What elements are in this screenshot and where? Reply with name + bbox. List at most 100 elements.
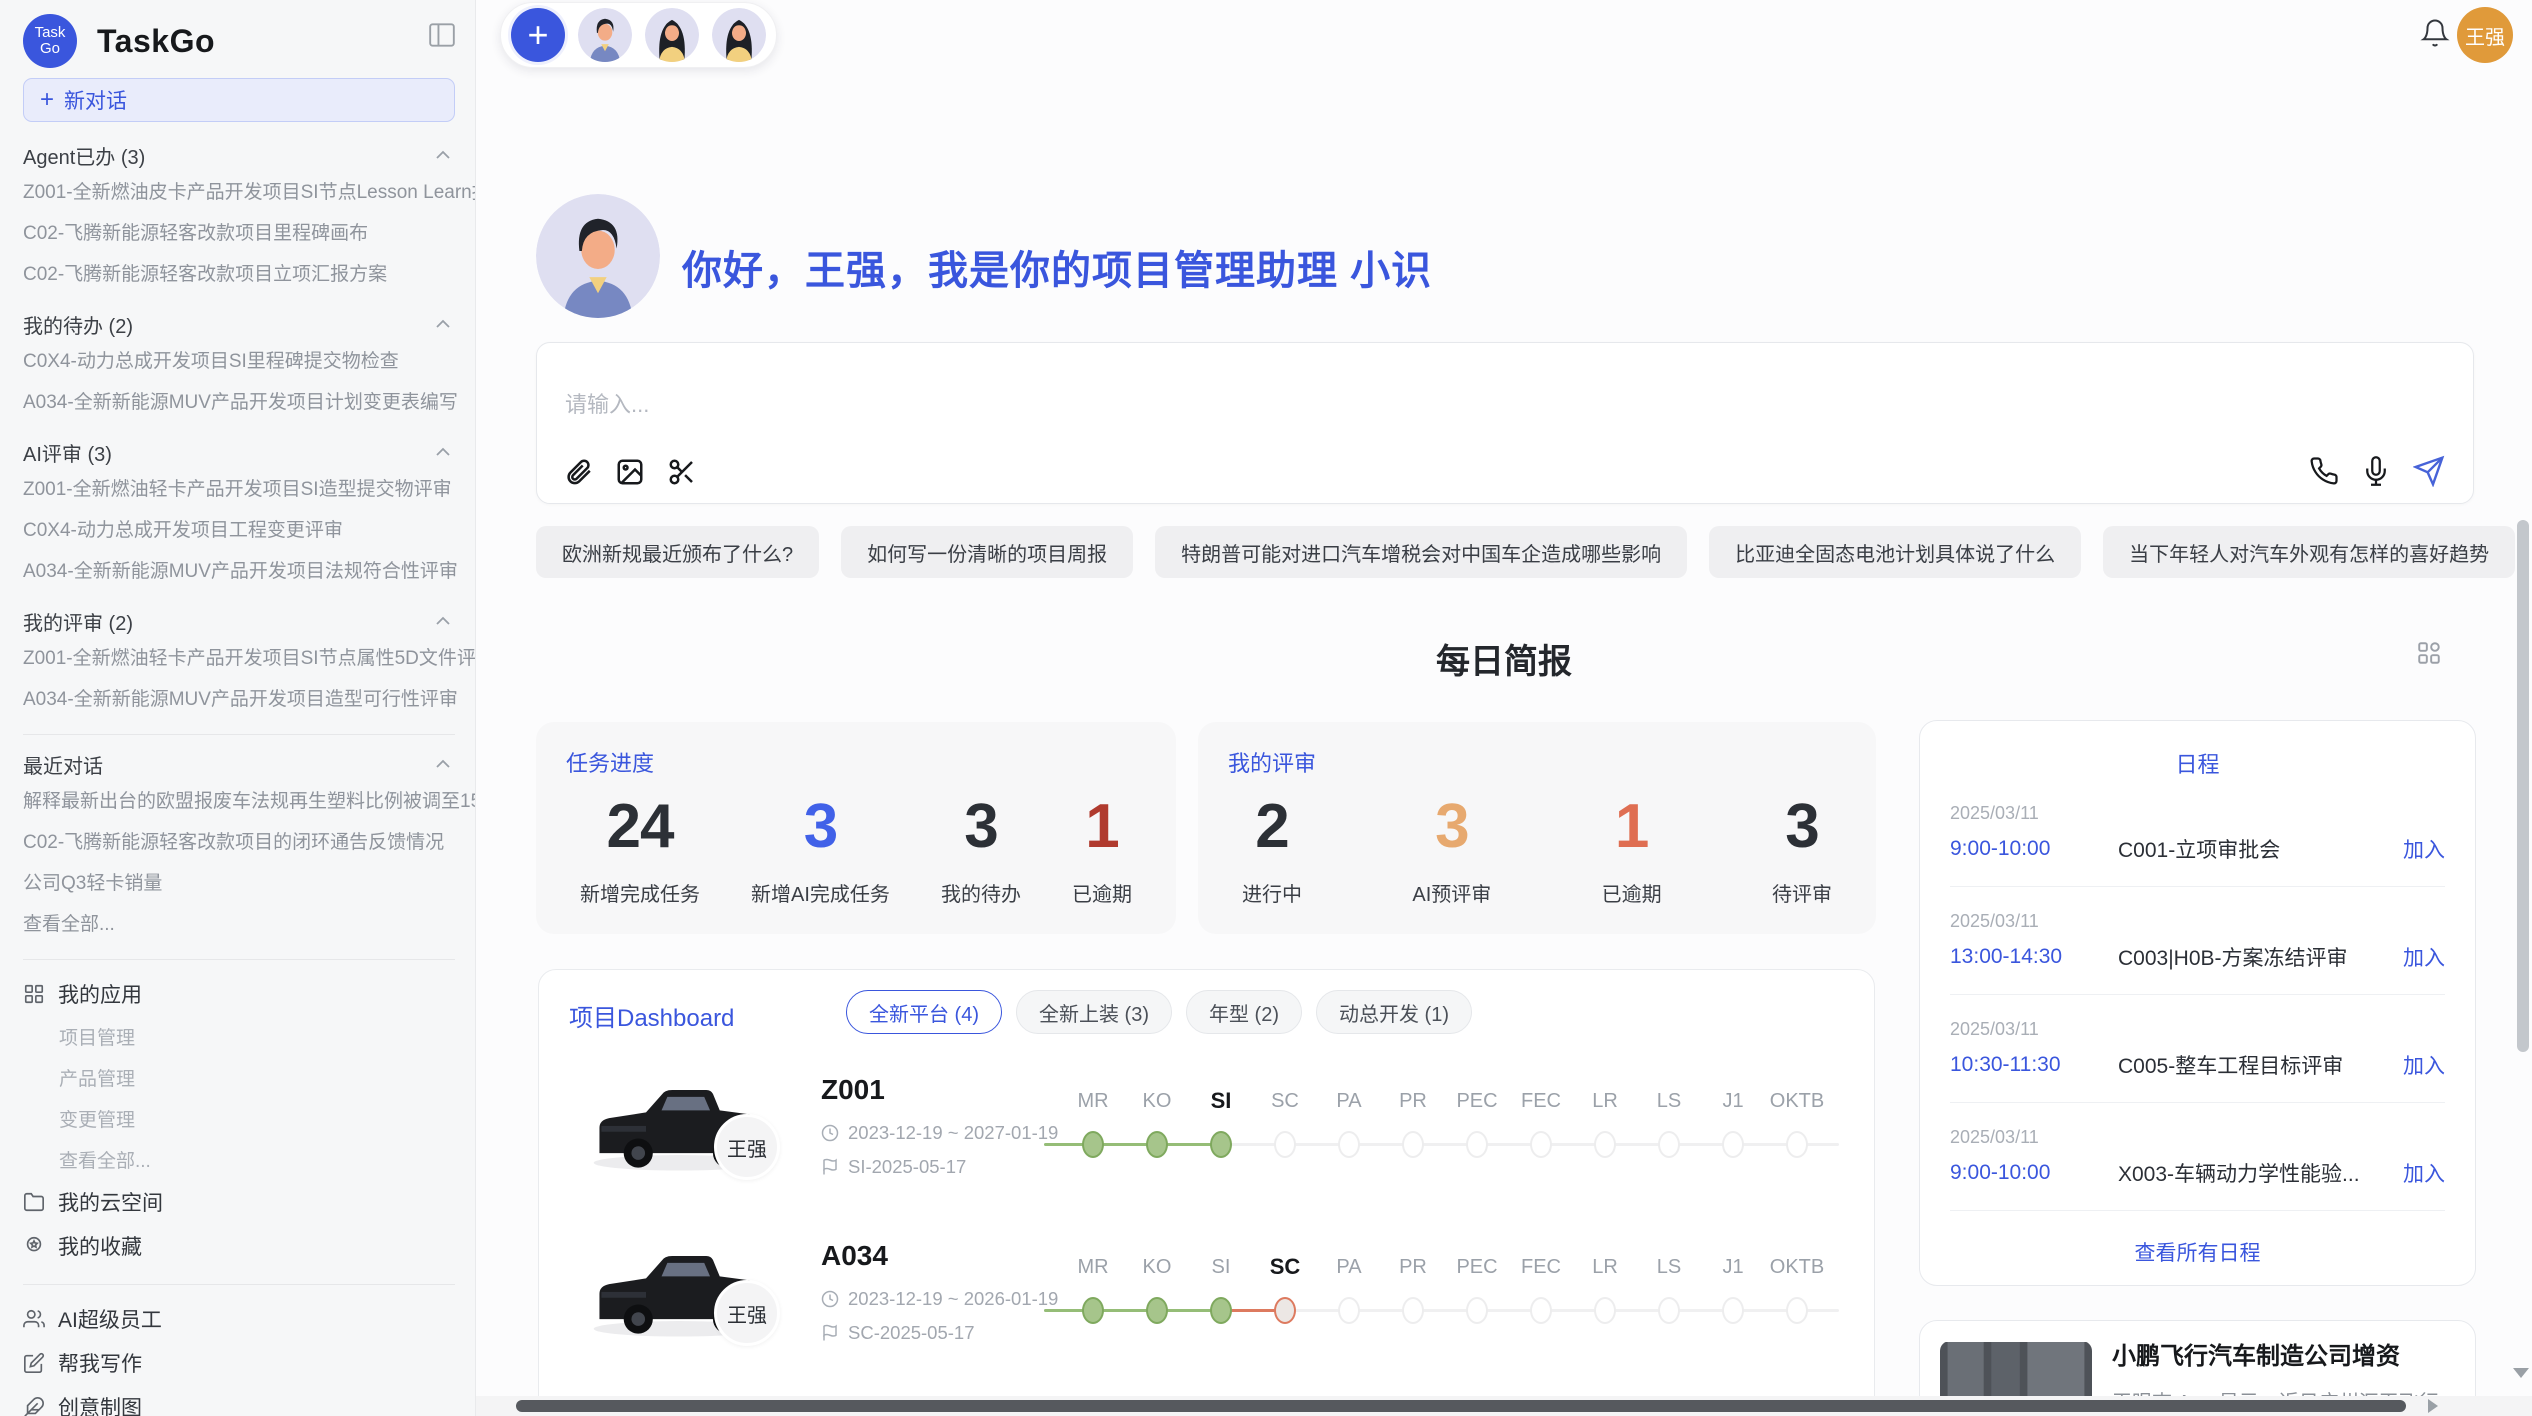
project-dashboard-card: 项目Dashboard 全新平台 (4) 全新上装 (3) 年型 (2) 动总开… <box>538 969 1875 1416</box>
add-conversation-button[interactable]: + <box>511 8 565 62</box>
divider <box>1950 886 2445 887</box>
favorites-label: 我的收藏 <box>58 1231 142 1261</box>
event-date: 2025/03/11 <box>1950 911 2445 932</box>
sidebar-item[interactable]: C02-飞腾新能源轻客改款项目里程碑画布 <box>23 211 475 252</box>
divider <box>23 1284 455 1285</box>
suggestion-chip[interactable]: 比亚迪全固态电池计划具体说了什么 <box>1709 526 2081 578</box>
milestone-dot <box>1594 1131 1616 1158</box>
milestone-label: LS <box>1657 1254 1681 1280</box>
widget-grid-icon[interactable] <box>2416 640 2442 666</box>
plus-icon: + <box>40 86 54 114</box>
section-recent-chats[interactable]: 最近对话 <box>23 749 475 779</box>
send-icon[interactable] <box>2413 455 2445 487</box>
milestone-label: LS <box>1657 1088 1681 1114</box>
app-item-change-mgmt[interactable]: 变更管理 <box>23 1098 475 1139</box>
sidebar-item[interactable]: A034-全新新能源MUV产品开发项目造型可行性评审 <box>23 677 475 718</box>
image-icon[interactable] <box>615 457 645 487</box>
bell-icon[interactable] <box>2420 18 2450 48</box>
main-area: + 王强 你好，王强，我是你的项目管理助理 小识 欧洲新规最近颁布了什么? 如何… <box>476 0 2532 1416</box>
suggestion-chip[interactable]: 如何写一份清晰的项目周报 <box>841 526 1133 578</box>
microphone-icon[interactable] <box>2361 456 2391 486</box>
join-button[interactable]: 加入 <box>2403 1050 2445 1080</box>
section-agent-done[interactable]: Agent已办 (3) <box>23 140 475 170</box>
sidebar-collapse-icon[interactable] <box>427 22 457 48</box>
view-all-apps[interactable]: 查看全部... <box>23 1139 475 1180</box>
sidebar-item-creative-draw[interactable]: 创意制图 <box>23 1385 475 1416</box>
recent-chat-item[interactable]: C02-飞腾新能源轻客改款项目的闭环通告反馈情况 <box>23 820 475 861</box>
milestone-label: KO <box>1143 1254 1172 1280</box>
project-code: A034 <box>821 1240 888 1272</box>
sidebar-item-my-apps[interactable]: 我的应用 <box>23 972 475 1016</box>
scroll-down-arrow[interactable] <box>2513 1368 2529 1378</box>
new-chat-button[interactable]: + 新对话 <box>23 78 455 122</box>
card-title: 任务进度 <box>566 746 1146 778</box>
chevron-up-icon <box>435 319 451 329</box>
sidebar-item[interactable]: C0X4-动力总成开发项目工程变更评审 <box>23 508 475 549</box>
milestone-label: LR <box>1592 1254 1618 1280</box>
milestone-label: PEC <box>1456 1088 1497 1114</box>
phone-icon[interactable] <box>2309 456 2339 486</box>
divider <box>23 734 455 735</box>
section-title: 我的待办 (2) <box>23 310 133 339</box>
sidebar: Task Go TaskGo + 新对话 Agent已办 (3) Z001-全新… <box>0 0 476 1416</box>
tab-new-platform[interactable]: 全新平台 (4) <box>846 990 1002 1034</box>
sidebar-item[interactable]: Z001-全新燃油皮卡产品开发项目SI节点Lesson Learn报告 <box>23 170 475 211</box>
event-title: C001-立项审批会 <box>2118 834 2403 864</box>
section-title: AI评审 (3) <box>23 438 112 467</box>
sidebar-item[interactable]: A034-全新新能源MUV产品开发项目计划变更表编写 <box>23 380 475 421</box>
tab-new-body[interactable]: 全新上装 (3) <box>1016 990 1172 1034</box>
paperclip-icon[interactable] <box>563 457 593 487</box>
join-button[interactable]: 加入 <box>2403 942 2445 972</box>
milestone-label: PR <box>1399 1088 1427 1114</box>
clock-icon <box>821 1124 839 1142</box>
vertical-scrollbar-thumb[interactable] <box>2517 520 2529 1052</box>
section-my-review[interactable]: 我的评审 (2) <box>23 606 475 636</box>
sidebar-item-favorites[interactable]: 我的收藏 <box>23 1224 475 1268</box>
horizontal-scrollbar-thumb[interactable] <box>516 1400 2406 1412</box>
schedule-event: 2025/03/11 9:00-10:00 C001-立项审批会 加入 <box>1950 803 2445 864</box>
tab-model-year[interactable]: 年型 (2) <box>1186 990 1302 1034</box>
sidebar-item[interactable]: C02-飞腾新能源轻客改款项目立项汇报方案 <box>23 252 475 293</box>
scroll-right-arrow[interactable] <box>2428 1399 2438 1413</box>
avatar[interactable] <box>578 8 632 62</box>
recent-chat-item[interactable]: 解释最新出台的欧盟报废车法规再生塑料比例被调至15%... <box>23 779 475 820</box>
project-next-milestone: SI-2025-05-17 <box>848 1156 966 1178</box>
sidebar-item-ai-employee[interactable]: AI超级员工 <box>23 1297 475 1341</box>
join-button[interactable]: 加入 <box>2403 1158 2445 1188</box>
sidebar-item[interactable]: Z001-全新燃油轻卡产品开发项目SI造型提交物评审 <box>23 467 475 508</box>
tab-powertrain[interactable]: 动总开发 (1) <box>1316 990 1472 1034</box>
project-row[interactable]: 王强 Z001 2023-12-19 ~ 2027-01-19 SI-2025-… <box>539 1062 1874 1222</box>
app-logo: Task Go <box>23 14 77 68</box>
sidebar-item[interactable]: A034-全新新能源MUV产品开发项目法规符合性评审 <box>23 549 475 590</box>
chevron-up-icon <box>435 616 451 626</box>
event-time: 10:30-11:30 <box>1950 1053 2118 1077</box>
section-my-todo[interactable]: 我的待办 (2) <box>23 309 475 339</box>
suggestion-chip[interactable]: 特朗普可能对进口汽车增税会对中国车企造成哪些影响 <box>1155 526 1687 578</box>
avatar[interactable] <box>645 8 699 62</box>
chat-input[interactable] <box>565 387 1965 431</box>
milestone-label: KO <box>1143 1088 1172 1114</box>
view-all-chats[interactable]: 查看全部... <box>23 902 475 943</box>
suggestion-chip[interactable]: 欧洲新规最近颁布了什么? <box>536 526 819 578</box>
join-button[interactable]: 加入 <box>2403 834 2445 864</box>
flag-icon <box>821 1158 839 1176</box>
sidebar-item[interactable]: Z001-全新燃油轻卡产品开发项目SI节点属性5D文件评审 <box>23 636 475 677</box>
sidebar-item-help-write[interactable]: 帮我写作 <box>23 1341 475 1385</box>
section-ai-review[interactable]: AI评审 (3) <box>23 437 475 467</box>
recent-chat-item[interactable]: 公司Q3轻卡销量 <box>23 861 475 902</box>
news-title: 小鹏飞行汽车制造公司增资 <box>2112 1341 2455 1373</box>
avatar[interactable] <box>712 8 766 62</box>
view-all-schedule[interactable]: 查看所有日程 <box>1950 1237 2445 1267</box>
sidebar-item-cloud-space[interactable]: 我的云空间 <box>23 1180 475 1224</box>
user-avatar[interactable]: 王强 <box>2457 7 2513 63</box>
app-item-project-mgmt[interactable]: 项目管理 <box>23 1016 475 1057</box>
sidebar-item[interactable]: C0X4-动力总成开发项目SI里程碑提交物检查 <box>23 339 475 380</box>
logo-text-top: Task <box>35 25 66 41</box>
suggestion-chip[interactable]: 当下年轻人对汽车外观有怎样的喜好趋势 <box>2103 526 2515 578</box>
app-item-product-mgmt[interactable]: 产品管理 <box>23 1057 475 1098</box>
milestone-dot <box>1658 1131 1680 1158</box>
stat-pending-review: 3待评审 <box>1772 794 1832 907</box>
project-row[interactable]: 王强 A034 2023-12-19 ~ 2026-01-19 SC-2025-… <box>539 1228 1874 1388</box>
ai-employee-label: AI超级员工 <box>58 1304 162 1334</box>
scissors-icon[interactable] <box>667 457 697 487</box>
